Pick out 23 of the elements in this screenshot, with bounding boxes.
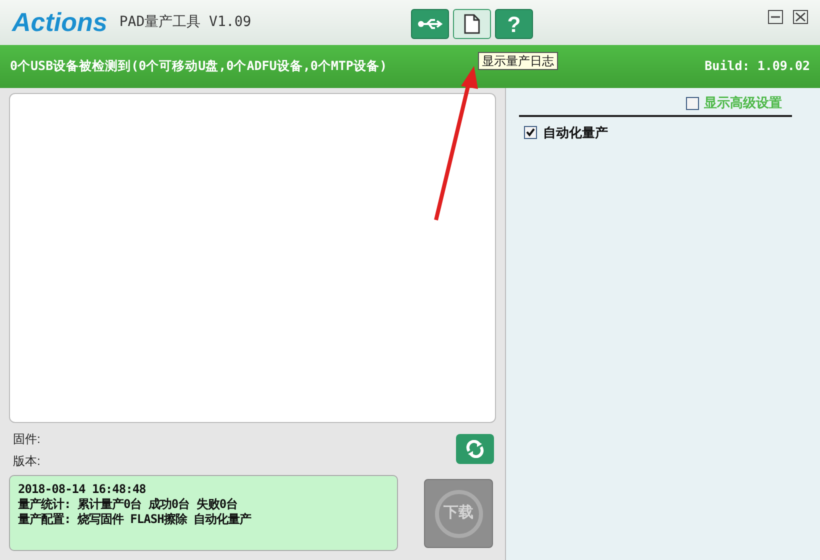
- advanced-settings-label: 显示高级设置: [704, 94, 782, 112]
- log-line: 2018-08-14 16:48:48: [18, 482, 147, 497]
- refresh-button[interactable]: [456, 434, 494, 464]
- usb-icon: [417, 17, 443, 31]
- log-line: 量产配置: 烧写固件 FLASH擦除 自动化量产: [18, 512, 252, 527]
- document-icon: [464, 14, 480, 34]
- minimize-icon[interactable]: [768, 10, 783, 24]
- usb-button[interactable]: [411, 9, 449, 39]
- app-logo: Actions: [12, 6, 108, 39]
- firmware-label: 固件:: [13, 431, 40, 448]
- log-line: 量产统计: 累计量产0台 成功0台 失败0台: [18, 497, 239, 512]
- option-label: 自动化量产: [543, 124, 608, 142]
- window-title: PAD量产工具 V1.09: [119, 13, 252, 32]
- log-button[interactable]: [453, 9, 491, 39]
- build-text: Build: 1.09.02: [704, 57, 810, 76]
- version-label: 版本:: [13, 453, 40, 470]
- checkbox[interactable]: [686, 96, 699, 110]
- device-count-text: 0个USB设备被检测到(0个可移动U盘,0个ADFU设备,0个MTP设备): [10, 57, 387, 76]
- help-button[interactable]: ?: [495, 9, 533, 39]
- tooltip: 显示量产日志: [478, 52, 558, 70]
- refresh-icon: [465, 440, 485, 458]
- checkbox[interactable]: [524, 126, 537, 140]
- close-icon[interactable]: [793, 10, 808, 24]
